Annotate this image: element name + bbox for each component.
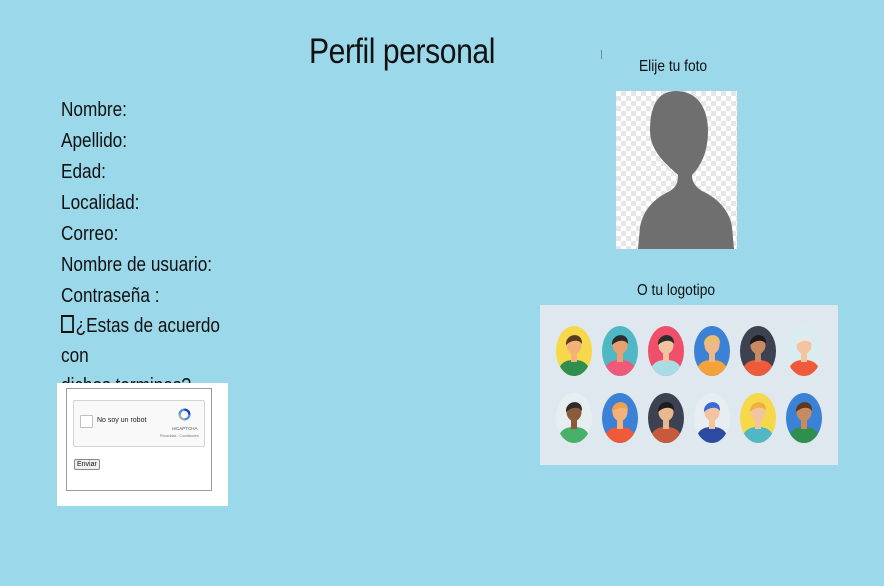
avatar-icon[interactable] — [740, 326, 776, 378]
avatar-icon[interactable] — [556, 326, 592, 378]
profile-photo-picker[interactable] — [616, 91, 737, 249]
avatar-icon[interactable] — [556, 393, 592, 445]
page-title: Perfil personal — [309, 32, 495, 71]
terms-checkbox[interactable] — [61, 315, 74, 333]
text-cursor — [601, 50, 602, 59]
field-apellido[interactable]: Apellido: — [61, 126, 212, 157]
field-contrasena[interactable]: Contraseña : — [61, 281, 212, 312]
avatar-grid — [556, 326, 822, 445]
avatar-icon[interactable] — [648, 393, 684, 445]
avatar-icon[interactable] — [602, 326, 638, 378]
recaptcha-checkbox[interactable] — [80, 415, 93, 428]
field-usuario[interactable]: Nombre de usuario: — [61, 250, 212, 281]
field-localidad[interactable]: Localidad: — [61, 188, 212, 219]
recaptcha-widget: No soy un robot reCAPTCHA Privacidad - C… — [73, 400, 205, 447]
avatar-icon[interactable] — [694, 326, 730, 378]
submit-button[interactable]: Enviar — [74, 459, 100, 470]
avatar-icon[interactable] — [648, 326, 684, 378]
avatar-icon[interactable] — [740, 393, 776, 445]
avatar-icon[interactable] — [786, 393, 822, 445]
photo-label: Elije tu foto — [639, 58, 708, 75]
avatar-icon[interactable] — [694, 393, 730, 445]
profile-fields: Nombre: Apellido: Edad: Localidad: Corre… — [61, 95, 237, 312]
recaptcha-terms[interactable]: Privacidad - Condiciones — [160, 434, 199, 438]
recaptcha-label: No soy un robot — [97, 417, 147, 424]
captcha-panel: No soy un robot reCAPTCHA Privacidad - C… — [57, 383, 228, 506]
person-silhouette-icon — [638, 91, 734, 249]
field-correo[interactable]: Correo: — [61, 219, 212, 250]
recaptcha-icon — [178, 408, 191, 421]
avatar-icon[interactable] — [602, 393, 638, 445]
logo-gallery — [540, 305, 838, 465]
captcha-frame: No soy un robot reCAPTCHA Privacidad - C… — [66, 388, 212, 491]
avatar-icon[interactable] — [786, 326, 822, 378]
recaptcha-brand: reCAPTCHA — [172, 426, 198, 431]
terms-question-line1: ¿Estas de acuerdo con — [61, 315, 220, 367]
field-nombre[interactable]: Nombre: — [61, 95, 212, 126]
field-edad[interactable]: Edad: — [61, 157, 212, 188]
logo-label: O tu logotipo — [637, 282, 716, 299]
